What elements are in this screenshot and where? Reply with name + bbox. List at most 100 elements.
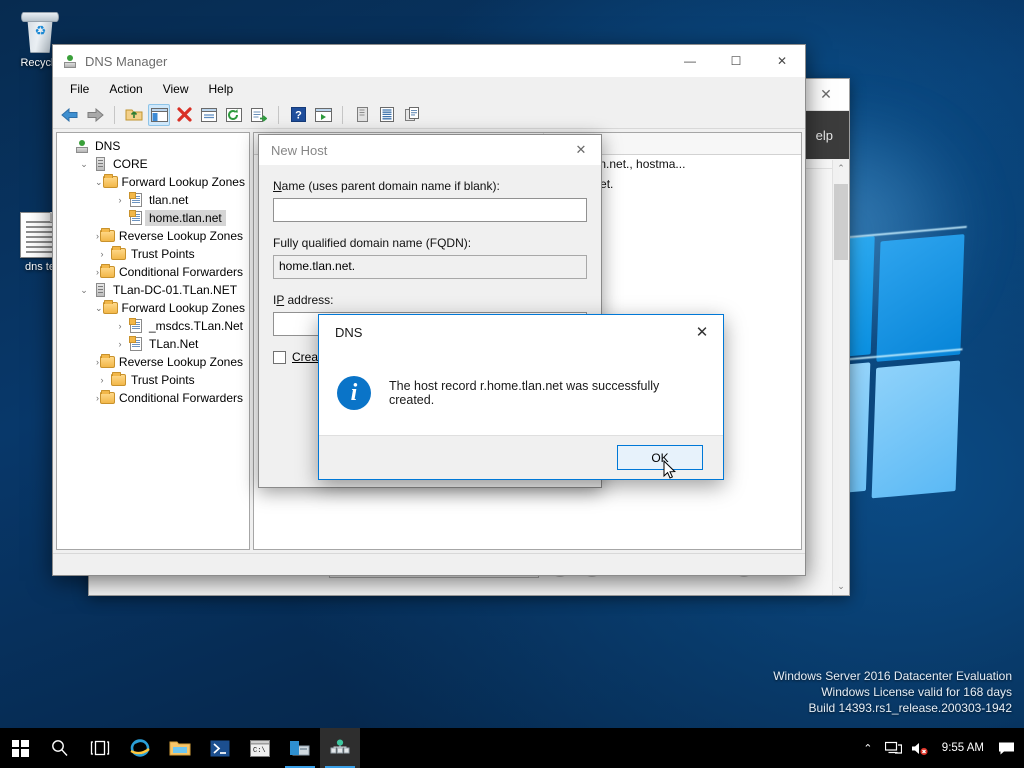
folder-icon: [102, 300, 118, 314]
refresh-button[interactable]: [223, 104, 245, 126]
expand-collapse-icon[interactable]: ⌄: [95, 177, 103, 188]
tree-item[interactable]: › Conditional Forwarders: [59, 263, 247, 281]
powershell-button[interactable]: [200, 728, 240, 768]
close-icon[interactable]: ✕: [803, 79, 849, 111]
scroll-down-icon[interactable]: ⌄: [833, 578, 849, 595]
up-one-level-button[interactable]: [123, 104, 145, 126]
expand-collapse-icon[interactable]: ›: [95, 375, 109, 385]
dns-manager-titlebar[interactable]: DNS Manager — ☐ ✕: [53, 45, 805, 77]
task-view-button[interactable]: [80, 728, 120, 768]
close-icon[interactable]: ✕: [681, 315, 723, 349]
internet-explorer-button[interactable]: [120, 728, 160, 768]
export-list-button[interactable]: [248, 104, 270, 126]
volume-muted-icon[interactable]: [908, 728, 932, 768]
expand-collapse-icon[interactable]: ⌄: [95, 303, 103, 314]
tree-item-label: tlan.net: [149, 193, 189, 207]
search-button[interactable]: [40, 728, 80, 768]
tree-item[interactable]: › Trust Points: [59, 371, 247, 389]
tree-item[interactable]: ⌄ TLan-DC-01.TLan.NET: [59, 281, 247, 299]
menu-item-action[interactable]: Action: [100, 79, 151, 99]
tree-item[interactable]: ⌄ Forward Lookup Zones: [59, 173, 247, 191]
tree-item[interactable]: › TLan.Net: [59, 335, 247, 353]
show-hide-console-tree-button[interactable]: [148, 103, 170, 126]
fqdn-input: home.tlan.net.: [273, 255, 587, 279]
tree-item[interactable]: › Trust Points: [59, 245, 247, 263]
dns-root-icon: [75, 139, 89, 153]
folder-icon: [99, 390, 115, 404]
tree-item-label: Forward Lookup Zones: [121, 301, 245, 315]
scrollbar-thumb[interactable]: [834, 184, 848, 260]
vertical-scrollbar[interactable]: ⌃ ⌄: [832, 160, 849, 595]
server-icon: [95, 283, 105, 297]
command-prompt-button[interactable]: C:\: [240, 728, 280, 768]
run-button[interactable]: [312, 104, 334, 126]
name-input[interactable]: [273, 198, 587, 222]
clock[interactable]: 9:55 AM: [934, 728, 992, 768]
tree-item[interactable]: ⌄ CORE: [59, 155, 247, 173]
watermark-line-3: Build 14393.rs1_release.200303-1942: [808, 701, 1013, 715]
ip-label-accelerator: IP: [273, 293, 285, 307]
delete-button[interactable]: [173, 104, 195, 126]
watermark-line-1: Windows Server 2016 Datacenter Evaluatio…: [773, 669, 1012, 683]
console-tree[interactable]: DNS ⌄ CORE ⌄ Forward Lookup Zones › tlan.net ho…: [56, 132, 250, 550]
zone-icon: [129, 192, 142, 207]
tree-item[interactable]: › _msdcs.TLan.Net: [59, 317, 247, 335]
tree-item[interactable]: › tlan.net: [59, 191, 247, 209]
taskbar[interactable]: C:\ ⌃ 9:55 AM: [0, 728, 1024, 768]
scroll-up-icon[interactable]: ⌃: [833, 160, 849, 177]
toolbar-separator: [114, 105, 115, 124]
new-zone-button[interactable]: [376, 104, 398, 126]
svg-text:C:\: C:\: [253, 747, 266, 755]
network-icon[interactable]: [882, 728, 906, 768]
server-manager-button[interactable]: [280, 728, 320, 768]
expand-collapse-icon[interactable]: ⌄: [77, 159, 91, 170]
dns-message-box[interactable]: DNS ✕ i The host record r.home.tlan.net …: [318, 314, 724, 480]
ok-button[interactable]: OK: [617, 445, 703, 470]
expand-collapse-icon[interactable]: ›: [95, 249, 109, 259]
tree-item[interactable]: DNS: [59, 137, 247, 155]
tree-item-label: TLan-DC-01.TLan.NET: [113, 283, 238, 297]
toolbar-separator: [342, 105, 343, 124]
ip-label-rest: address:: [284, 293, 334, 307]
menu-item-file[interactable]: File: [61, 79, 98, 99]
back-button[interactable]: [59, 104, 81, 126]
maximize-button[interactable]: ☐: [713, 45, 759, 77]
dns-manager-button[interactable]: [320, 728, 360, 768]
folder-icon: [99, 264, 115, 278]
tree-item-label: Forward Lookup Zones: [121, 175, 245, 189]
new-server-button[interactable]: [351, 104, 373, 126]
file-explorer-button[interactable]: [160, 728, 200, 768]
expand-collapse-icon[interactable]: ›: [113, 321, 127, 331]
start-button[interactable]: [0, 728, 40, 768]
powershell-icon: [210, 740, 230, 756]
forward-button[interactable]: [84, 104, 106, 126]
dns-manager-title: DNS Manager: [53, 54, 167, 69]
ip-address-field-label: IP address:: [273, 293, 587, 307]
minimize-button[interactable]: —: [667, 45, 713, 77]
help-button[interactable]: ?: [287, 104, 309, 126]
action-center-icon[interactable]: [994, 728, 1018, 768]
expand-collapse-icon[interactable]: ⌄: [77, 285, 91, 296]
expand-collapse-icon[interactable]: ›: [113, 339, 127, 349]
tree-item[interactable]: home.tlan.net: [59, 209, 247, 227]
tree-item[interactable]: › Reverse Lookup Zones: [59, 353, 247, 371]
search-icon: [52, 740, 68, 756]
message-box-body: i The host record r.home.tlan.net was su…: [319, 349, 723, 437]
server-icon: [95, 157, 105, 171]
show-hidden-icons-button[interactable]: ⌃: [856, 728, 880, 768]
expand-collapse-icon[interactable]: ›: [113, 195, 127, 205]
close-icon[interactable]: ✕: [561, 135, 601, 165]
close-button[interactable]: ✕: [759, 45, 805, 77]
tree-item[interactable]: ⌄ Forward Lookup Zones: [59, 299, 247, 317]
menu-item-help[interactable]: elp: [816, 128, 833, 143]
tree-item[interactable]: › Conditional Forwarders: [59, 389, 247, 407]
properties-button[interactable]: [198, 104, 220, 126]
tree-item[interactable]: › Reverse Lookup Zones: [59, 227, 247, 245]
tree-item-label: _msdcs.TLan.Net: [148, 319, 243, 333]
name-label-rest: ame (uses parent domain name if blank):: [281, 179, 500, 193]
menu-item-view[interactable]: View: [154, 79, 198, 99]
create-ptr-checkbox[interactable]: [273, 350, 286, 364]
menu-item-help[interactable]: Help: [200, 79, 243, 99]
folder-icon: [99, 228, 115, 242]
copy-button[interactable]: [401, 104, 423, 126]
